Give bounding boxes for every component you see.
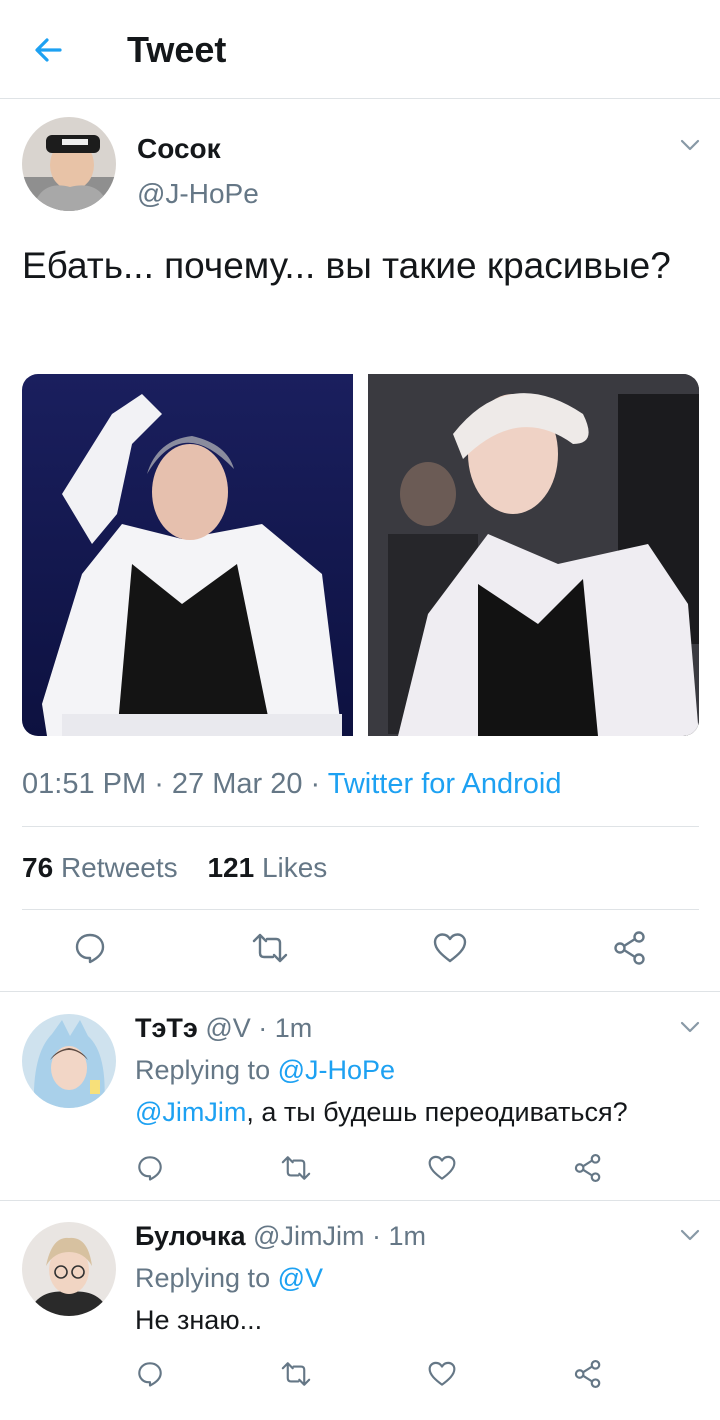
heart-icon [428, 1155, 456, 1180]
comment-icon [138, 1362, 162, 1387]
share-button[interactable] [610, 928, 650, 968]
heart-icon [433, 933, 467, 963]
arrow-left-icon [35, 38, 62, 62]
replying-to: Replying to @J-HoPe [135, 1052, 395, 1088]
like-button[interactable] [430, 928, 470, 968]
heart-icon [428, 1361, 456, 1386]
divider [22, 909, 699, 910]
retweet-button[interactable] [250, 928, 290, 968]
chevron-down-icon[interactable] [678, 133, 702, 157]
tweet-text: Ебать... почему... вы такие красивые? [22, 245, 671, 286]
mention-link[interactable]: @JimJim [135, 1097, 246, 1127]
share-button[interactable] [570, 1356, 606, 1392]
reply-body: Не знаю... [135, 1305, 263, 1335]
page-title: Tweet [127, 29, 227, 70]
share-icon [614, 931, 645, 965]
meta-separator: · [364, 1221, 389, 1251]
author-avatar[interactable] [22, 117, 116, 211]
replying-to-link[interactable]: @J-HoPe [278, 1055, 395, 1085]
comment-icon [75, 933, 105, 964]
reply-author-handle[interactable]: @V [205, 1013, 250, 1043]
reply-header: ТэТэ @V · 1m [135, 1010, 312, 1046]
divider [0, 991, 720, 992]
reply-avatar[interactable] [22, 1014, 116, 1108]
tweet-stats: 76 Retweets 121 Likes [22, 850, 349, 886]
author-handle[interactable]: @J-HoPe [137, 177, 259, 211]
retweet-icon [281, 1156, 311, 1180]
reply-text: Не знаю... [135, 1302, 262, 1338]
tweet-source-link[interactable]: Twitter for Android [328, 768, 562, 800]
comment-icon [138, 1156, 162, 1181]
back-button[interactable] [28, 30, 68, 70]
tweet-time: 01:51 PM [22, 768, 147, 800]
reply-button[interactable] [132, 1150, 168, 1186]
share-button[interactable] [570, 1150, 606, 1186]
share-icon [574, 1360, 601, 1388]
reply-text: @JimJim, а ты будешь переодиваться? [135, 1094, 628, 1130]
reply-time: 1m [274, 1013, 313, 1043]
reply-time: 1m [388, 1221, 426, 1251]
top-bar: Tweet [0, 0, 720, 99]
retweet-icon [252, 933, 288, 963]
reply-author-name[interactable]: ТэТэ [135, 1013, 198, 1043]
reply-button[interactable] [132, 1356, 168, 1392]
share-icon [574, 1154, 601, 1182]
like-button[interactable] [424, 1356, 460, 1392]
chevron-down-icon[interactable] [678, 1223, 702, 1247]
tweet-image-2[interactable] [368, 374, 699, 736]
reply-body: , а ты будешь переодиваться? [246, 1097, 628, 1127]
likes-count[interactable]: 121 [207, 852, 254, 883]
retweets-label[interactable]: Retweets [61, 852, 178, 883]
tweet-meta: 01:51 PM · 27 Mar 20 · Twitter for Andro… [22, 764, 561, 804]
meta-separator: · [302, 768, 328, 800]
author-name[interactable]: Сосок [137, 132, 221, 166]
reply-avatar[interactable] [22, 1222, 116, 1316]
chevron-down-icon[interactable] [678, 1015, 702, 1039]
reply-header: Булочка @JimJim · 1m [135, 1218, 426, 1254]
like-button[interactable] [424, 1150, 460, 1186]
likes-label[interactable]: Likes [262, 852, 327, 883]
reply-button[interactable] [70, 928, 110, 968]
retweet-button[interactable] [278, 1356, 314, 1392]
retweet-icon [281, 1362, 311, 1386]
reply-author-handle[interactable]: @JimJim [253, 1221, 364, 1251]
replying-to-link[interactable]: @V [278, 1263, 323, 1293]
retweet-button[interactable] [278, 1150, 314, 1186]
replying-to-label: Replying to [135, 1055, 278, 1085]
divider [22, 826, 699, 827]
retweets-count[interactable]: 76 [22, 852, 53, 883]
divider [0, 1200, 720, 1201]
meta-separator: · [250, 1013, 275, 1043]
replying-to: Replying to @V [135, 1260, 323, 1296]
reply-author-name[interactable]: Булочка [135, 1221, 246, 1251]
tweet-date: 27 Mar 20 [171, 768, 303, 800]
meta-separator: · [146, 768, 172, 800]
tweet-image-1[interactable] [22, 374, 353, 736]
replying-to-label: Replying to [135, 1263, 278, 1293]
